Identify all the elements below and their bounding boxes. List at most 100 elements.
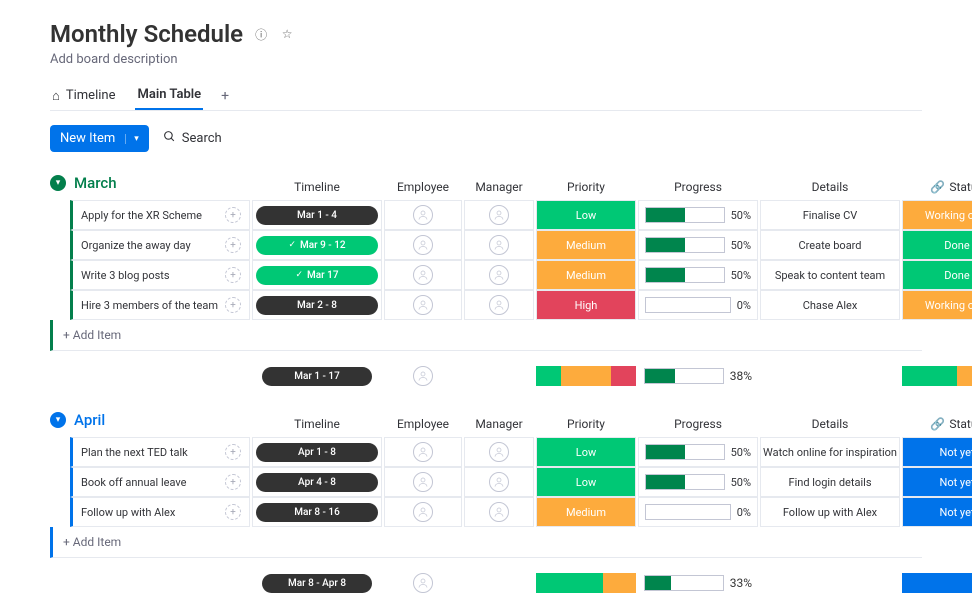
manager-cell[interactable] <box>464 290 534 320</box>
col-header-progress[interactable]: Progress <box>638 174 758 200</box>
add-view-button[interactable]: + <box>221 88 229 104</box>
status-cell[interactable]: Not yet <box>902 467 972 497</box>
col-header-details[interactable]: Details <box>760 411 900 437</box>
expand-icon[interactable]: + <box>225 297 241 313</box>
details-cell[interactable]: Find login details <box>760 467 900 497</box>
manager-cell[interactable] <box>464 497 534 527</box>
progress-cell[interactable]: 0% <box>638 290 758 320</box>
employee-cell[interactable] <box>384 260 462 290</box>
employee-cell[interactable] <box>384 497 462 527</box>
col-header-timeline[interactable]: Timeline <box>252 174 382 200</box>
col-header-status[interactable]: 🔗Status <box>902 411 972 437</box>
manager-cell[interactable] <box>464 230 534 260</box>
details-cell[interactable]: Speak to content team <box>760 260 900 290</box>
expand-icon[interactable]: + <box>225 504 241 520</box>
priority-cell[interactable]: Low <box>536 200 636 230</box>
timeline-cell[interactable]: Apr 4 - 8 <box>252 467 382 497</box>
expand-icon[interactable]: + <box>225 207 241 223</box>
item-name-cell[interactable]: Plan the next TED talk+ <box>70 437 250 467</box>
progress-cell[interactable]: 50% <box>638 467 758 497</box>
chevron-down-icon[interactable]: ▾ <box>125 134 139 144</box>
col-header-timeline[interactable]: Timeline <box>252 411 382 437</box>
employee-cell[interactable] <box>384 437 462 467</box>
status-cell[interactable]: Not yet <box>902 437 972 467</box>
priority-cell[interactable]: Low <box>536 467 636 497</box>
check-icon: ✓ <box>295 270 303 280</box>
board-subtitle[interactable]: Add board description <box>50 52 922 67</box>
item-name-cell[interactable]: Organize the away day+ <box>70 230 250 260</box>
progress-cell[interactable]: 50% <box>638 230 758 260</box>
col-header-status[interactable]: 🔗Status <box>902 174 972 200</box>
details-cell[interactable]: Finalise CV <box>760 200 900 230</box>
status-cell[interactable]: Done <box>902 260 972 290</box>
employee-cell[interactable] <box>384 467 462 497</box>
col-header-progress[interactable]: Progress <box>638 411 758 437</box>
priority-cell[interactable]: Low <box>536 437 636 467</box>
details-cell[interactable]: Follow up with Alex <box>760 497 900 527</box>
details-cell[interactable]: Create board <box>760 230 900 260</box>
col-header-manager[interactable]: Manager <box>464 174 534 200</box>
star-icon[interactable]: ☆ <box>279 26 295 42</box>
status-cell[interactable]: Done <box>902 230 972 260</box>
col-header-manager[interactable]: Manager <box>464 411 534 437</box>
item-name-cell[interactable]: Write 3 blog posts+ <box>70 260 250 290</box>
status-cell[interactable]: Working on it <box>902 290 972 320</box>
expand-icon[interactable]: + <box>225 267 241 283</box>
timeline-cell[interactable]: Apr 1 - 8 <box>252 437 382 467</box>
new-item-button[interactable]: New Item ▾ <box>50 125 149 152</box>
timeline-cell[interactable]: ✓Mar 17 <box>252 260 382 290</box>
item-name-cell[interactable]: Apply for the XR Scheme+ <box>70 200 250 230</box>
group-name[interactable]: March <box>74 174 117 192</box>
col-header-employee[interactable]: Employee <box>384 411 462 437</box>
collapse-icon[interactable]: ▾ <box>50 412 66 428</box>
col-header-priority[interactable]: Priority <box>536 411 636 437</box>
timeline-cell[interactable]: ✓Mar 9 - 12 <box>252 230 382 260</box>
progress-cell[interactable]: 50% <box>638 437 758 467</box>
tab-timeline[interactable]: ⌂ Timeline <box>50 82 117 110</box>
expand-icon[interactable]: + <box>225 444 241 460</box>
manager-cell[interactable] <box>464 200 534 230</box>
info-icon[interactable]: ⓘ <box>253 26 269 42</box>
board-title: Monthly Schedule <box>50 20 243 48</box>
manager-cell[interactable] <box>464 467 534 497</box>
tab-main-table[interactable]: Main Table <box>135 81 203 110</box>
employee-cell[interactable] <box>384 200 462 230</box>
item-name-cell[interactable]: Follow up with Alex+ <box>70 497 250 527</box>
expand-icon[interactable]: + <box>225 474 241 490</box>
person-icon <box>413 265 433 285</box>
status-cell[interactable]: Working on it <box>902 200 972 230</box>
priority-cell[interactable]: Medium <box>536 497 636 527</box>
details-cell[interactable]: Chase Alex <box>760 290 900 320</box>
timeline-cell[interactable]: Mar 1 - 4 <box>252 200 382 230</box>
status-cell[interactable]: Not yet <box>902 497 972 527</box>
expand-icon[interactable]: + <box>225 237 241 253</box>
summary-priority <box>536 363 636 389</box>
timeline-cell[interactable]: Mar 2 - 8 <box>252 290 382 320</box>
item-name-cell[interactable]: Hire 3 members of the team+ <box>70 290 250 320</box>
person-icon <box>489 205 509 225</box>
details-cell[interactable]: Watch online for inspiration <box>760 437 900 467</box>
summary-status <box>902 363 972 389</box>
summary-timeline: Mar 8 - Apr 8 <box>252 570 382 596</box>
search-input[interactable]: Search <box>163 130 222 147</box>
col-header-details[interactable]: Details <box>760 174 900 200</box>
priority-cell[interactable]: Medium <box>536 260 636 290</box>
col-header-priority[interactable]: Priority <box>536 174 636 200</box>
person-icon <box>489 295 509 315</box>
manager-cell[interactable] <box>464 437 534 467</box>
progress-cell[interactable]: 50% <box>638 260 758 290</box>
priority-cell[interactable]: Medium <box>536 230 636 260</box>
employee-cell[interactable] <box>384 230 462 260</box>
group-name[interactable]: April <box>74 411 105 429</box>
item-name-cell[interactable]: Book off annual leave+ <box>70 467 250 497</box>
add-item-button[interactable]: + Add Item <box>50 320 922 351</box>
progress-cell[interactable]: 50% <box>638 200 758 230</box>
col-header-employee[interactable]: Employee <box>384 174 462 200</box>
manager-cell[interactable] <box>464 260 534 290</box>
add-item-button[interactable]: + Add Item <box>50 527 922 558</box>
collapse-icon[interactable]: ▾ <box>50 175 66 191</box>
timeline-cell[interactable]: Mar 8 - 16 <box>252 497 382 527</box>
progress-cell[interactable]: 0% <box>638 497 758 527</box>
employee-cell[interactable] <box>384 290 462 320</box>
priority-cell[interactable]: High <box>536 290 636 320</box>
